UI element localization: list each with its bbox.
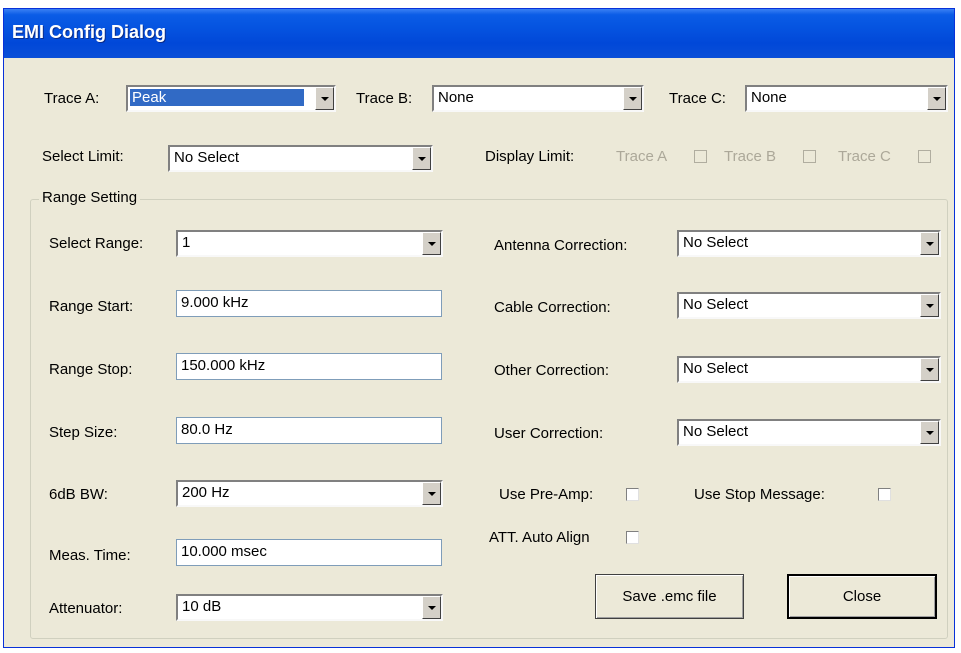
range-setting-title: Range Setting (39, 189, 141, 206)
trace-b-select[interactable]: None (432, 85, 644, 112)
close-button[interactable]: Close (787, 574, 937, 619)
display-limit-trace-b-label: Trace B (724, 148, 776, 165)
display-limit-trace-c-label: Trace C (838, 148, 891, 165)
trace-c-value: None (751, 89, 787, 106)
display-limit-label: Display Limit: (485, 148, 575, 165)
other-correction-label: Other Correction: (494, 362, 610, 379)
other-correction-select[interactable]: No Select (677, 356, 941, 383)
trace-c-select[interactable]: None (745, 85, 948, 112)
select-range-select[interactable]: 1 (176, 230, 443, 257)
meas-time-field[interactable]: 10.000 msec (176, 539, 442, 566)
chevron-down-icon[interactable] (623, 87, 642, 110)
chevron-down-icon[interactable] (422, 232, 441, 255)
select-limit-value: No Select (174, 149, 240, 166)
cable-correction-value: No Select (683, 296, 749, 313)
bw-select[interactable]: 200 Hz (176, 480, 443, 507)
bw-label: 6dB BW: (49, 486, 108, 503)
display-limit-trace-c-checkbox[interactable] (918, 150, 931, 163)
att-auto-align-checkbox[interactable] (626, 531, 639, 544)
trace-b-value: None (438, 89, 474, 106)
chevron-down-icon[interactable] (920, 232, 939, 255)
cable-correction-select[interactable]: No Select (677, 292, 941, 319)
att-auto-align-label: ATT. Auto Align (489, 529, 590, 546)
display-limit-trace-b-checkbox[interactable] (803, 150, 816, 163)
attenuator-label: Attenuator: (49, 600, 123, 617)
user-correction-label: User Correction: (494, 425, 604, 442)
window-title: EMI Config Dialog (12, 22, 166, 42)
trace-b-label: Trace B: (356, 90, 413, 107)
select-range-value: 1 (182, 234, 191, 251)
chevron-down-icon[interactable] (920, 294, 939, 317)
use-stop-message-checkbox[interactable] (878, 488, 891, 501)
chevron-down-icon[interactable] (422, 596, 441, 619)
chevron-down-icon[interactable] (412, 147, 431, 170)
use-preamp-label: Use Pre-Amp: (499, 486, 594, 503)
cable-correction-label: Cable Correction: (494, 299, 611, 316)
step-size-label: Step Size: (49, 424, 118, 441)
attenuator-value: 10 dB (182, 598, 222, 615)
antenna-correction-label: Antenna Correction: (494, 237, 628, 254)
select-range-label: Select Range: (49, 235, 144, 252)
save-emc-file-button[interactable]: Save .emc file (595, 574, 744, 619)
chevron-down-icon[interactable] (315, 87, 334, 110)
trace-a-label: Trace A: (44, 90, 100, 107)
meas-time-label: Meas. Time: (49, 547, 131, 564)
attenuator-select[interactable]: 10 dB (176, 594, 443, 621)
range-start-field[interactable]: 9.000 kHz (176, 290, 442, 317)
range-start-label: Range Start: (49, 298, 134, 315)
user-correction-value: No Select (683, 423, 749, 440)
use-stop-message-label: Use Stop Message: (694, 486, 825, 503)
display-limit-trace-a-label: Trace A (616, 148, 668, 165)
range-stop-label: Range Stop: (49, 361, 133, 378)
display-limit-trace-a-checkbox[interactable] (694, 150, 707, 163)
bw-value: 200 Hz (182, 484, 230, 501)
chevron-down-icon[interactable] (422, 482, 441, 505)
chevron-down-icon[interactable] (920, 358, 939, 381)
chevron-down-icon[interactable] (920, 421, 939, 444)
emi-config-dialog: EMI Config Dialog Trace A: Peak Trace B:… (3, 8, 955, 648)
antenna-correction-select[interactable]: No Select (677, 230, 941, 257)
title-bar[interactable]: EMI Config Dialog (4, 9, 954, 58)
step-size-field[interactable]: 80.0 Hz (176, 417, 442, 444)
user-correction-select[interactable]: No Select (677, 419, 941, 446)
other-correction-value: No Select (683, 360, 749, 377)
select-limit-select[interactable]: No Select (168, 145, 433, 172)
range-stop-field[interactable]: 150.000 kHz (176, 353, 442, 380)
chevron-down-icon[interactable] (927, 87, 946, 110)
antenna-correction-value: No Select (683, 234, 749, 251)
trace-c-label: Trace C: (669, 90, 726, 107)
trace-a-select[interactable]: Peak (126, 85, 336, 112)
use-preamp-checkbox[interactable] (626, 488, 639, 501)
trace-a-value: Peak (130, 89, 304, 106)
select-limit-label: Select Limit: (42, 148, 124, 165)
